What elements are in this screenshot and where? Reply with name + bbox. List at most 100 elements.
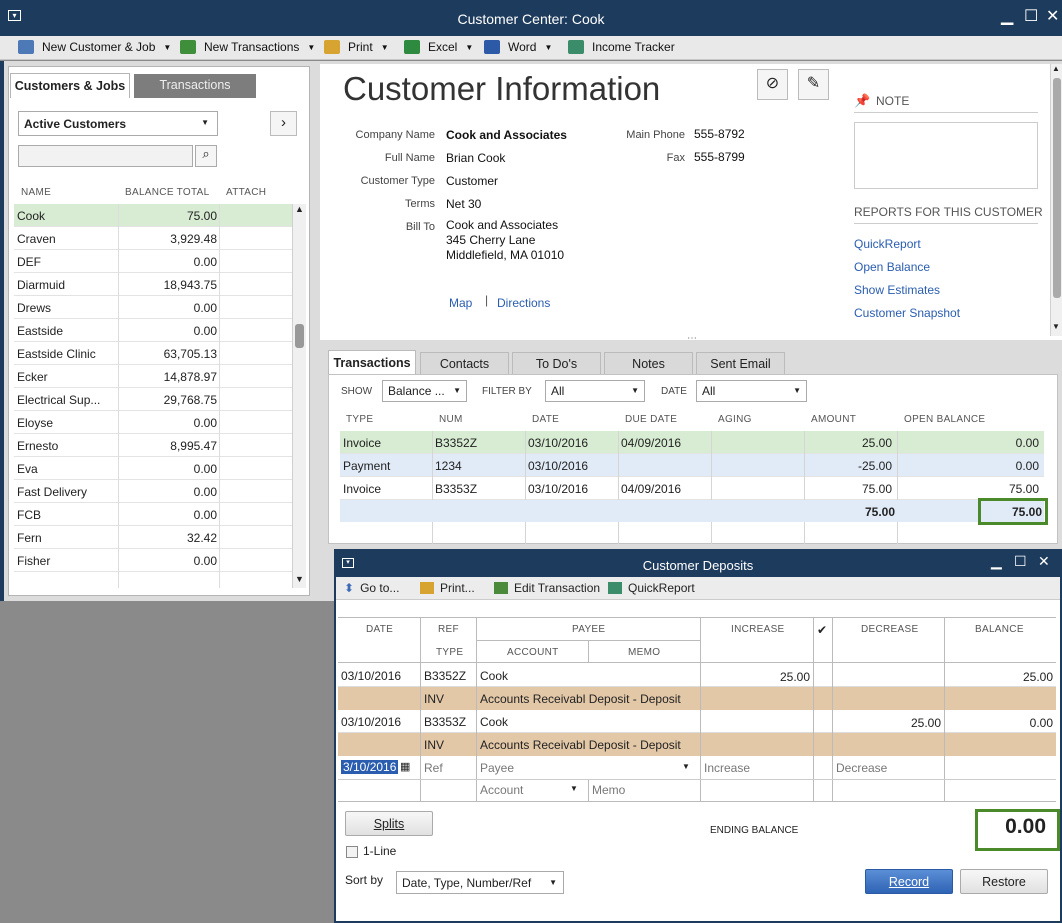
date-dropdown[interactable]: All ▼ bbox=[696, 380, 807, 402]
tab-transactions-detail[interactable]: Transactions bbox=[328, 350, 416, 375]
tx-col-type[interactable]: TYPE bbox=[346, 414, 373, 425]
entry-memo-input[interactable]: Memo bbox=[592, 783, 625, 797]
show-estimates-link[interactable]: Show Estimates bbox=[854, 283, 940, 297]
pin-icon: 📌 bbox=[854, 93, 871, 108]
customer-row[interactable]: Ecker 14,878.97 bbox=[14, 365, 292, 388]
tx-col-amount[interactable]: AMOUNT bbox=[811, 414, 856, 425]
reg-divider bbox=[944, 617, 945, 802]
edit-pencil-icon[interactable]: ✎ bbox=[798, 69, 829, 100]
col-balance-total[interactable]: BALANCE TOTAL bbox=[125, 187, 210, 198]
scroll-thumb[interactable] bbox=[1053, 78, 1061, 298]
customer-row[interactable]: Eastside 0.00 bbox=[14, 319, 292, 342]
entry-date-input[interactable]: 3/10/2016 bbox=[341, 760, 399, 774]
maximize-icon[interactable]: ☐ bbox=[1024, 8, 1038, 26]
tx-col-aging[interactable]: AGING bbox=[718, 414, 752, 425]
scroll-up-icon[interactable]: ▲ bbox=[1052, 64, 1060, 73]
scroll-thumb[interactable] bbox=[295, 324, 304, 348]
customer-name: Drews bbox=[17, 301, 52, 315]
open-balance-link[interactable]: Open Balance bbox=[854, 260, 930, 274]
scroll-down-icon[interactable]: ▼ bbox=[295, 574, 304, 584]
tx-cell-num: B3353Z bbox=[435, 482, 478, 496]
filter-by-dropdown[interactable]: All ▼ bbox=[545, 380, 645, 402]
customer-row[interactable]: FCB 0.00 bbox=[14, 503, 292, 526]
col-attach[interactable]: ATTACH bbox=[226, 187, 266, 198]
tab-notes[interactable]: Notes bbox=[604, 352, 693, 375]
close-icon[interactable]: ✕ bbox=[1038, 553, 1050, 570]
ending-balance-label: ENDING BALANCE bbox=[710, 825, 799, 836]
customer-row[interactable]: Fern 32.42 bbox=[14, 526, 292, 549]
customer-search-input[interactable] bbox=[18, 145, 193, 167]
customer-snapshot-link[interactable]: Customer Snapshot bbox=[854, 306, 960, 320]
record-label: Record bbox=[888, 875, 930, 889]
deposits-print-button[interactable]: Print... bbox=[420, 581, 475, 595]
tab-customers-jobs[interactable]: Customers & Jobs bbox=[10, 73, 130, 98]
map-link[interactable]: Map bbox=[449, 296, 472, 310]
tx-col-due-date[interactable]: DUE DATE bbox=[625, 414, 677, 425]
tx-col-open-balance[interactable]: OPEN BALANCE bbox=[904, 414, 985, 425]
reg-divider bbox=[338, 779, 1056, 780]
customer-row[interactable]: Fast Delivery 0.00 bbox=[14, 480, 292, 503]
paperclip-icon[interactable]: ⊘ bbox=[757, 69, 788, 100]
maximize-icon[interactable]: ☐ bbox=[1014, 553, 1027, 570]
sort-by-dropdown[interactable]: Date, Type, Number/Ref ▼ bbox=[396, 871, 564, 894]
entry-increase-input[interactable]: Increase bbox=[704, 761, 750, 775]
word-button[interactable]: Word ▼ bbox=[484, 40, 552, 54]
entry-account-input[interactable]: Account bbox=[480, 783, 523, 797]
customer-row[interactable]: Electrical Sup... 29,768.75 bbox=[14, 388, 292, 411]
one-line-checkbox[interactable] bbox=[346, 846, 358, 858]
customer-row[interactable]: Cook 75.00 bbox=[14, 204, 292, 227]
print-button[interactable]: Print ▼ bbox=[324, 40, 389, 54]
chevron-down-icon[interactable]: ▼ bbox=[570, 784, 578, 793]
chevron-down-icon[interactable]: ▼ bbox=[682, 762, 690, 771]
customer-row[interactable]: Eva 0.00 bbox=[14, 457, 292, 480]
minimize-icon[interactable]: ▁ bbox=[1001, 8, 1013, 26]
entry-decrease-input[interactable]: Decrease bbox=[836, 761, 887, 775]
deposits-quickreport-button[interactable]: QuickReport bbox=[608, 581, 695, 595]
minimize-icon-2[interactable]: ▁ bbox=[991, 553, 1002, 570]
directions-link[interactable]: Directions bbox=[497, 296, 550, 310]
excel-button[interactable]: Excel ▼ bbox=[404, 40, 473, 54]
customer-row[interactable]: DEF 0.00 bbox=[14, 250, 292, 273]
splits-button[interactable]: Splits bbox=[345, 811, 433, 836]
tab-transactions[interactable]: Transactions bbox=[134, 74, 256, 98]
customer-row[interactable]: Eastside Clinic 63,705.13 bbox=[14, 342, 292, 365]
splitter-handle-icon[interactable]: ⋯ bbox=[687, 333, 697, 344]
note-box[interactable] bbox=[854, 122, 1038, 189]
search-icon[interactable]: ⌕ bbox=[195, 145, 217, 167]
customer-row[interactable]: Drews 0.00 bbox=[14, 296, 292, 319]
edit-transaction-icon bbox=[494, 582, 508, 594]
scroll-down-icon[interactable]: ▼ bbox=[1052, 322, 1060, 331]
customer-row[interactable]: Ernesto 8,995.47 bbox=[14, 434, 292, 457]
customer-balance: 0.00 bbox=[193, 255, 217, 269]
customer-list-scrollbar[interactable]: ▲ ▼ bbox=[292, 204, 306, 588]
calendar-icon[interactable]: ▦ bbox=[400, 760, 410, 773]
entry-ref-input[interactable]: Ref bbox=[424, 761, 443, 775]
tab-contacts[interactable]: Contacts bbox=[420, 352, 509, 375]
close-icon[interactable]: ✕ bbox=[1046, 8, 1059, 26]
customer-row[interactable]: Eloyse 0.00 bbox=[14, 411, 292, 434]
income-tracker-button[interactable]: Income Tracker bbox=[568, 40, 675, 54]
customer-row[interactable]: Diarmuid 18,943.75 bbox=[14, 273, 292, 296]
expand-pane-button[interactable]: › bbox=[270, 111, 297, 136]
edit-transaction-button[interactable]: Edit Transaction bbox=[494, 581, 600, 595]
info-scrollbar[interactable]: ▲ ▼ bbox=[1050, 64, 1062, 336]
tab-sent-email[interactable]: Sent Email bbox=[696, 352, 785, 375]
record-button[interactable]: Record bbox=[865, 869, 953, 894]
entry-payee-input[interactable]: Payee bbox=[480, 761, 514, 775]
scroll-up-icon[interactable]: ▲ bbox=[295, 204, 304, 214]
tx-col-date[interactable]: DATE bbox=[532, 414, 559, 425]
restore-button[interactable]: Restore bbox=[960, 869, 1048, 894]
goto-button[interactable]: ⬍ Go to... bbox=[344, 581, 399, 595]
customer-row[interactable]: Craven 3,929.48 bbox=[14, 227, 292, 250]
customer-row[interactable]: Fisher 0.00 bbox=[14, 549, 292, 572]
reg-divider bbox=[476, 640, 700, 641]
reg-col-ref: REF bbox=[438, 624, 459, 635]
new-transactions-button[interactable]: New Transactions ▼ bbox=[180, 40, 315, 54]
show-dropdown[interactable]: Balance ... ▼ bbox=[382, 380, 467, 402]
quickreport-link[interactable]: QuickReport bbox=[854, 237, 921, 251]
new-customer-job-button[interactable]: New Customer & Job ▼ bbox=[18, 40, 171, 54]
customer-filter-dropdown[interactable]: Active Customers ▼ bbox=[18, 111, 218, 136]
col-name[interactable]: NAME bbox=[21, 187, 51, 198]
tx-col-num[interactable]: NUM bbox=[439, 414, 463, 425]
tab-todos[interactable]: To Do's bbox=[512, 352, 601, 375]
